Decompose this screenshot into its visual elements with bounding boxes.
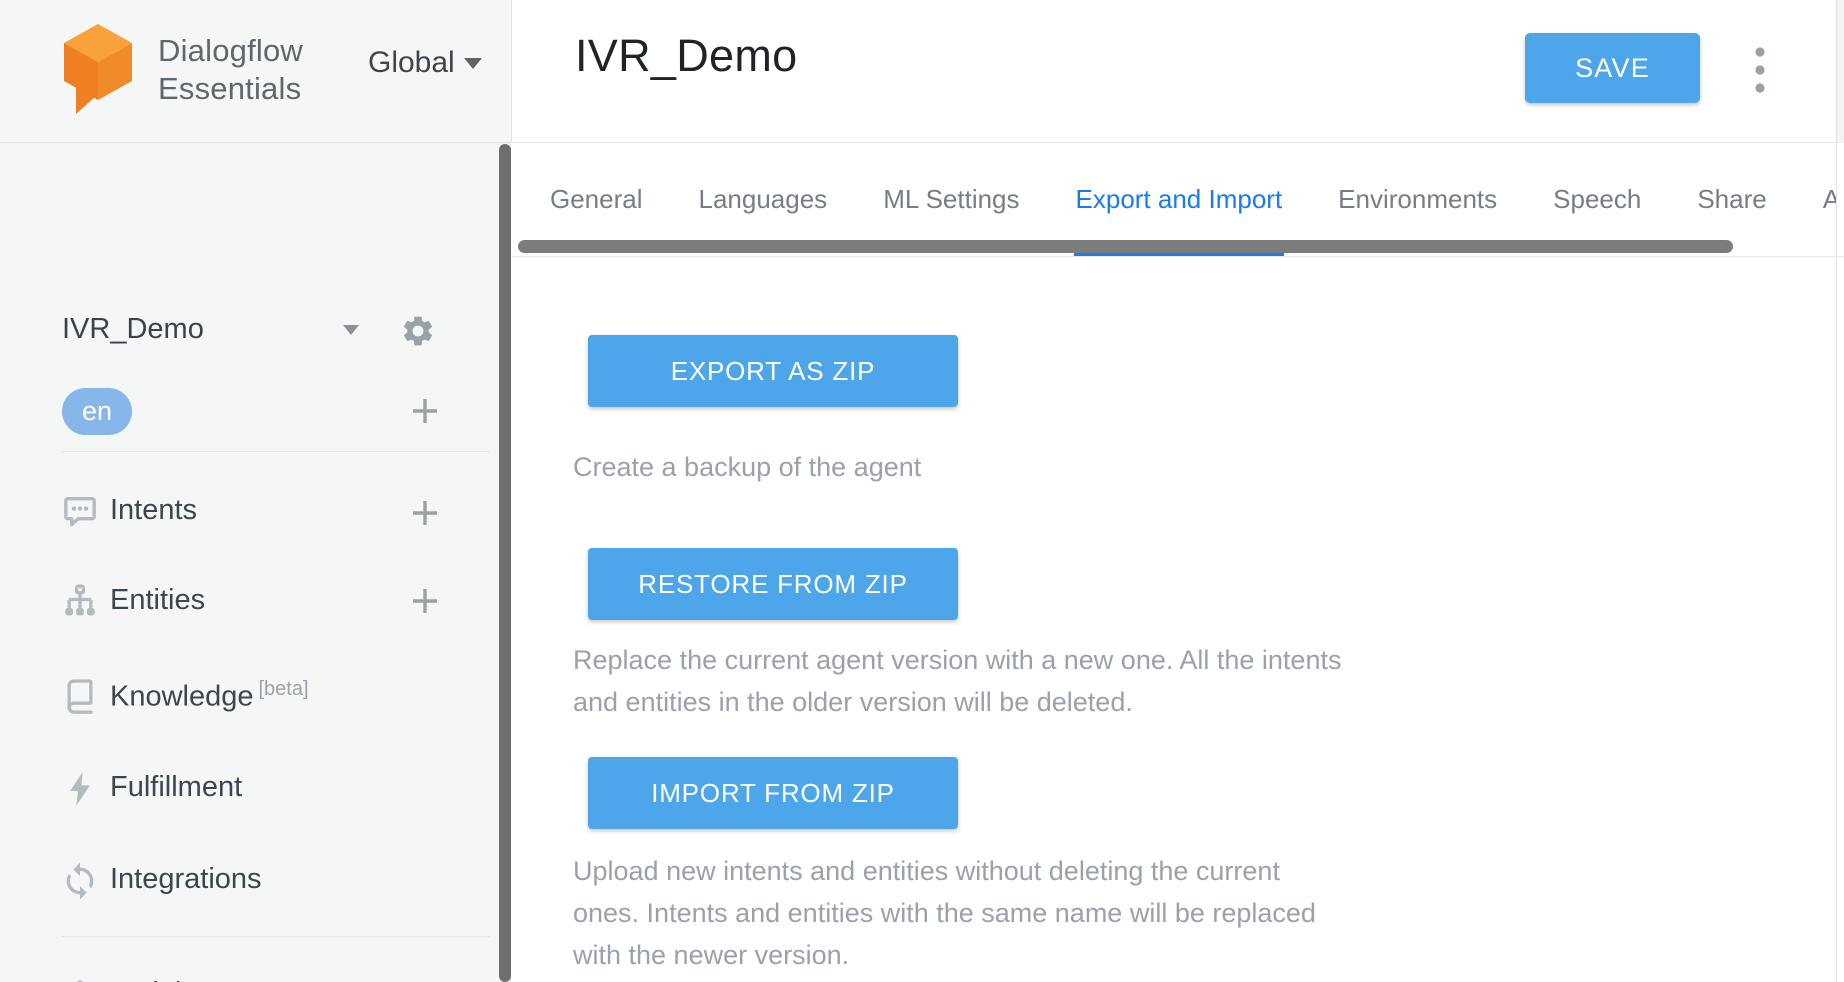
chat-bubble-icon xyxy=(60,491,100,533)
agent-selector[interactable]: IVR_Demo xyxy=(62,313,204,346)
sidebar-item-label: Intents xyxy=(110,494,197,527)
brand-line-1: Dialogflow xyxy=(158,32,303,70)
graduation-cap-icon xyxy=(60,974,100,982)
sidebar-item-label: Entities xyxy=(110,584,205,617)
gear-icon[interactable] xyxy=(400,313,436,349)
brand-line-2: Essentials xyxy=(158,70,303,108)
agent-chevron-down-icon[interactable] xyxy=(343,325,359,335)
sidebar-item-integrations[interactable]: Integrations xyxy=(0,860,499,938)
save-button[interactable]: SAVE xyxy=(1525,33,1700,103)
add-entity-icon[interactable] xyxy=(406,582,444,620)
tabs-border-extension xyxy=(1836,256,1844,257)
sidebar-divider xyxy=(62,451,490,452)
kebab-menu-icon xyxy=(1755,43,1765,107)
chevron-down-icon xyxy=(464,58,482,69)
sidebar: IVR_Demo en Intents xyxy=(0,143,511,982)
dialogflow-logo-icon xyxy=(60,22,136,116)
sidebar-item-label: Integrations xyxy=(110,863,262,896)
import-from-zip-button[interactable]: IMPORT FROM ZIP xyxy=(588,757,958,829)
page-header: IVR_Demo SAVE xyxy=(512,0,1844,143)
sidebar-item-training[interactable]: Training xyxy=(0,974,499,982)
add-intent-icon[interactable] xyxy=(406,494,444,532)
sidebar-divider xyxy=(62,936,490,937)
export-as-zip-button[interactable]: EXPORT AS ZIP xyxy=(588,335,958,407)
sidebar-item-label: Training xyxy=(110,977,214,982)
tab-advanced[interactable]: Advanced xyxy=(1823,143,1836,256)
sidebar-header: Dialogflow Essentials Global xyxy=(0,0,512,143)
restore-description: Replace the current agent version with a… xyxy=(573,639,1341,723)
language-badge[interactable]: en xyxy=(62,388,132,435)
sidebar-item-knowledge[interactable]: Knowledge[beta] xyxy=(0,675,499,753)
region-label: Global xyxy=(368,46,455,80)
right-panel-divider xyxy=(1836,0,1837,982)
brand-text: Dialogflow Essentials xyxy=(158,32,303,108)
dialogflow-app: Dialogflow Essentials Global IVR_Demo SA… xyxy=(0,0,1844,982)
more-options-button[interactable] xyxy=(1740,36,1780,114)
export-import-panel: EXPORT AS ZIP Create a backup of the age… xyxy=(512,257,1836,982)
right-panel-edge xyxy=(1837,0,1844,143)
sync-icon xyxy=(60,860,100,902)
add-language-icon[interactable] xyxy=(406,392,444,430)
lightning-icon xyxy=(60,768,100,810)
region-selector[interactable]: Global xyxy=(368,46,482,80)
sidebar-vertical-scrollbar[interactable] xyxy=(499,144,511,982)
settings-tabs: General Languages ML Settings Export and… xyxy=(512,143,1836,257)
import-description: Upload new intents and entities without … xyxy=(573,850,1316,976)
beta-tag: [beta] xyxy=(259,678,309,700)
sidebar-item-fulfillment[interactable]: Fulfillment xyxy=(0,768,499,846)
sidebar-item-label: Fulfillment xyxy=(110,771,242,804)
book-icon xyxy=(60,675,100,717)
page-title: IVR_Demo xyxy=(575,30,797,82)
tabs-horizontal-scrollbar[interactable] xyxy=(518,240,1733,253)
export-description: Create a backup of the agent xyxy=(573,446,921,488)
sidebar-item-label: Knowledge[beta] xyxy=(110,678,309,714)
restore-from-zip-button[interactable]: RESTORE FROM ZIP xyxy=(588,548,958,620)
org-chart-icon xyxy=(60,581,100,623)
